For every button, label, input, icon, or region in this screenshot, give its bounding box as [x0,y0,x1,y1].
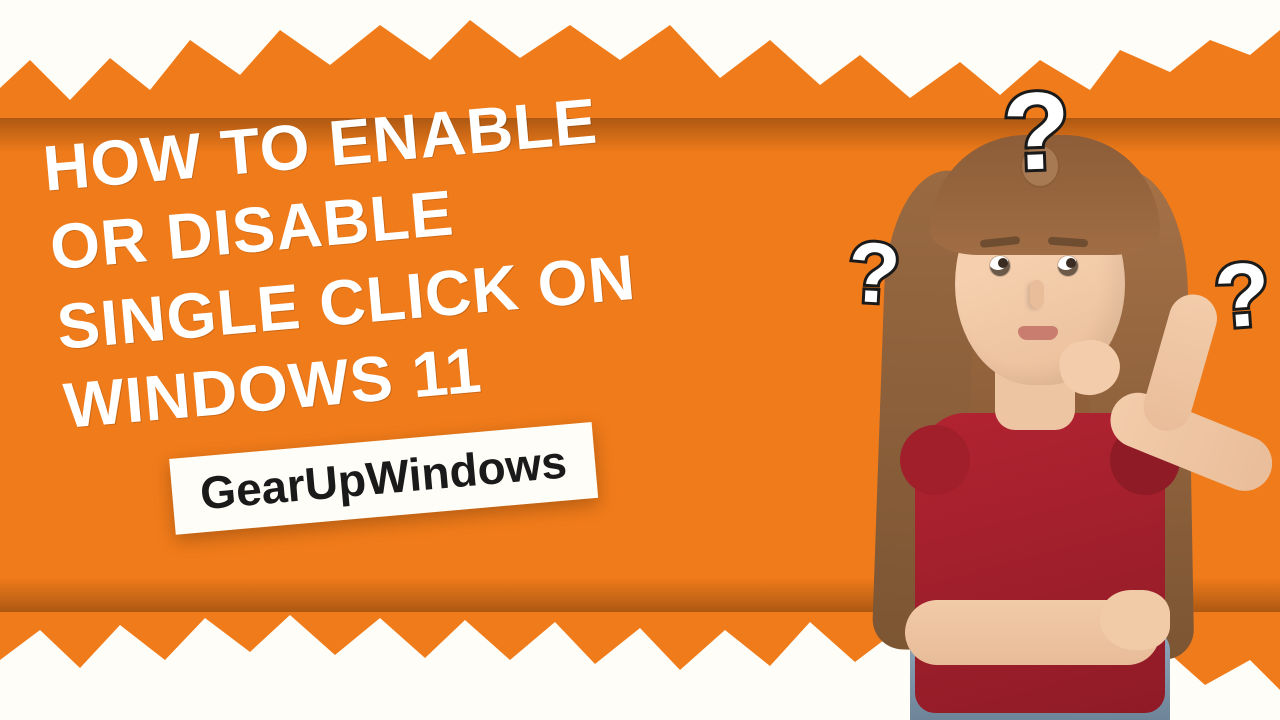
question-mark-icon: ? [1001,67,1073,196]
title-block: HOW TO ENABLE OR DISABLE SINGLE CLICK ON… [40,64,833,544]
brand-badge: GearUpWindows [169,423,598,536]
question-mark-icon: ? [1211,243,1273,350]
brand-text: GearUpWindows [198,436,569,520]
question-mark-icon: ? [846,224,903,325]
